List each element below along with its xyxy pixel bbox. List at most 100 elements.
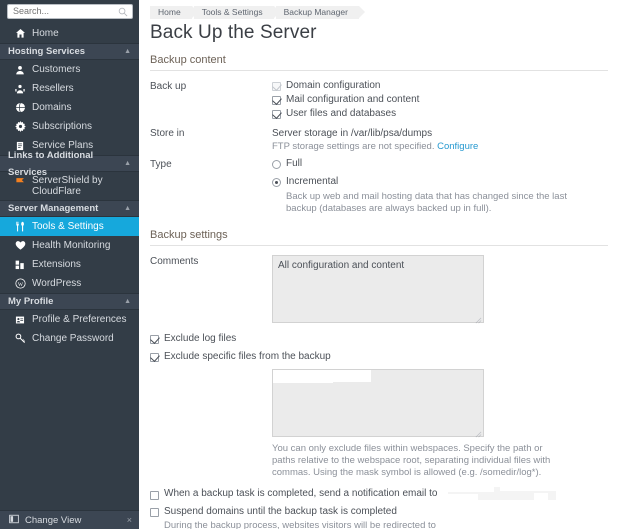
field-row-store-in: Store in Server storage in /var/lib/psa/… [148,127,626,153]
checkbox-icon[interactable] [150,353,159,362]
sidebar-item-label-extensions: Extensions [32,259,81,270]
search-input[interactable] [8,5,132,18]
sidebar-item-customers[interactable]: Customers [0,60,139,79]
sidebar-item-domains[interactable]: Domains [0,98,139,117]
layout-icon [9,514,19,527]
configure-link[interactable]: Configure [437,141,478,152]
sidebar-item-label-home: Home [32,28,59,39]
checkbox-notification-email[interactable]: When a backup task is completed, send a … [148,487,626,500]
chevron-up-icon: ▲ [124,298,131,305]
sidebar-item-health-monitoring[interactable]: Health Monitoring [0,236,139,255]
radio-label: Incremental [286,176,339,187]
close-icon[interactable]: × [127,515,132,525]
checkbox-label: Exclude specific files from the backup [164,351,331,362]
sidebar-group-links-additional-services[interactable]: Links to Additional Services ▲ [0,150,139,178]
sidebar-item-extensions[interactable]: Extensions [0,255,139,274]
field-value-back-up: Domain configuration Mail configuration … [272,80,626,121]
exclude-files-textarea-wrap [272,369,484,440]
radio-label: Full [286,158,303,169]
checkbox-icon[interactable] [272,110,281,119]
field-label-store-in: Store in [150,128,185,139]
sidebar-item-subscriptions[interactable]: Subscriptions [0,117,139,136]
checkbox-icon[interactable] [272,82,281,91]
sidebar-item-resellers[interactable]: Resellers [0,79,139,98]
sidebar-group-label: Hosting Services [8,46,86,57]
breadcrumb-item-home[interactable]: Home [150,5,198,19]
chevron-up-icon: ▲ [124,205,131,212]
breadcrumb-item-backup-manager[interactable]: Backup Manager [275,5,366,19]
id-card-icon [14,314,26,326]
sidebar-item-label-domains: Domains [32,102,72,113]
redaction-overlay [448,494,479,500]
sidebar-item-tools-and-settings[interactable]: Tools & Settings [0,217,139,236]
checkbox-suspend-domains[interactable]: Suspend domains until the backup task is… [148,506,626,518]
checkbox-exclude-log-files[interactable]: Exclude log files [148,333,626,345]
user-icon [14,64,26,76]
field-value-comments [272,255,626,326]
app-root: Home Hosting Services ▲ Customers Resell… [0,0,626,529]
checkbox-icon[interactable] [150,335,159,344]
checkbox-label: Domain configuration [286,80,381,91]
redaction-overlay [534,493,549,500]
store-in-value: Server storage in /var/lib/psa/dumps [272,128,433,139]
checkbox-user-files-and-databases[interactable]: User files and databases [272,108,626,121]
field-value-type: Full Incremental Back up web and mail ho… [272,158,626,215]
sidebar-item-label-resellers: Resellers [32,83,74,94]
radio-full[interactable]: Full [272,158,626,171]
field-row-type: Type Full Incremental Back up web and ma… [148,158,626,215]
search-box[interactable] [7,4,133,19]
sidebar-item-label-servershield: ServerShield by CloudFlare [32,175,103,197]
sidebar-group-server-management[interactable]: Server Management ▲ [0,200,139,217]
checkbox-icon[interactable] [150,490,159,500]
wordpress-icon: W [14,278,26,290]
store-in-note-text: FTP storage settings are not specified. [272,141,435,152]
checkbox-mail-configuration-and-content[interactable]: Mail configuration and content [272,94,626,107]
radio-incremental[interactable]: Incremental [272,176,626,189]
field-label-type: Type [150,159,172,170]
field-row-exclude-files: You can only exclude files within webspa… [148,369,626,479]
sidebar-item-wordpress[interactable]: W WordPress [0,274,139,293]
sidebar-group-label: My Profile [8,296,54,307]
main-content: Home Tools & Settings Backup Manager Bac… [139,0,626,529]
field-value-store-in: Server storage in /var/lib/psa/dumps FTP… [272,127,626,153]
checkbox-label: Exclude log files [164,333,237,344]
field-row-back-up: Back up Domain configuration Mail config… [148,80,626,121]
sidebar-group-hosting-services[interactable]: Hosting Services ▲ [0,43,139,60]
checkbox-domain-configuration[interactable]: Domain configuration [272,80,626,93]
redaction-overlay [273,375,333,383]
breadcrumb-item-tools-settings[interactable]: Tools & Settings [193,5,280,19]
checkbox-icon[interactable] [272,96,281,105]
chevron-up-icon: ▲ [124,160,131,167]
change-view-bar[interactable]: Change View × [0,510,139,529]
radio-icon[interactable] [272,160,281,169]
sidebar-group-my-profile[interactable]: My Profile ▲ [0,293,139,310]
sidebar-item-label-customers: Customers [32,64,81,75]
checkbox-label: User files and databases [286,108,397,119]
comments-textarea[interactable] [272,255,484,323]
sidebar-item-change-password[interactable]: Change Password [0,329,139,348]
sidebar-item-label-profile-preferences: Profile & Preferences [32,314,127,325]
field-label-comments: Comments [150,256,199,267]
breadcrumb-label: Home [158,7,181,17]
checkbox-label: Suspend domains until the backup task is… [164,506,397,517]
key-icon [14,333,26,345]
comments-textarea-wrap [272,255,484,326]
sidebar-item-servershield[interactable]: ServerShield by CloudFlare [0,172,139,200]
sidebar-item-label-subscriptions: Subscriptions [32,121,93,132]
breadcrumb: Home Tools & Settings Backup Manager [150,5,626,19]
radio-icon[interactable] [272,178,281,187]
globe-icon [14,102,26,114]
svg-text:W: W [17,282,23,288]
notification-email-input[interactable] [448,487,573,500]
chevron-up-icon: ▲ [124,48,131,55]
flag-icon [14,175,26,187]
sidebar-item-label-tools-and-settings: Tools & Settings [32,221,104,232]
checkbox-icon[interactable] [150,508,159,517]
search-icon [118,7,128,17]
checkbox-exclude-specific-files[interactable]: Exclude specific files from the backup [148,351,626,363]
sidebar-item-label-change-password: Change Password [32,333,114,344]
sidebar-item-home[interactable]: Home [0,24,139,43]
tools-icon [14,221,26,233]
sidebar-item-profile-preferences[interactable]: Profile & Preferences [0,310,139,329]
field-row-comments: Comments [148,255,626,326]
